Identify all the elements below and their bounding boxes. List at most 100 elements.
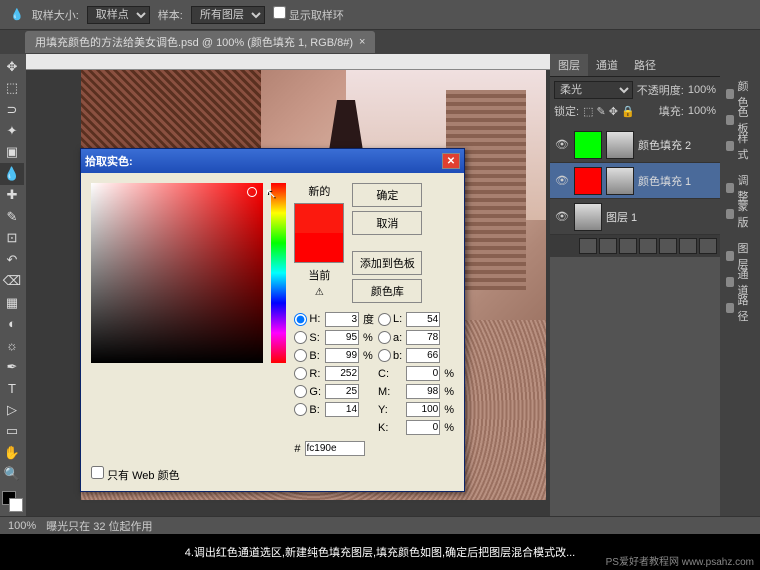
b-input[interactable] [406,348,440,363]
layer-mask-thumb[interactable] [606,167,634,195]
tool-crop[interactable]: ▣ [0,142,24,163]
tool-wand[interactable]: ✦ [0,120,24,141]
bv-radio[interactable]: B: [294,349,321,362]
r-radio[interactable]: R: [294,367,321,380]
panel-icon-color[interactable]: 颜色 [724,84,756,104]
web-only-checkbox[interactable]: 只有 Web 颜色 [91,466,180,483]
tool-stamp[interactable]: ⊡ [0,228,24,249]
b-radio[interactable]: b: [378,349,402,362]
bv-input[interactable] [325,348,359,363]
dialog-titlebar[interactable]: 拾取实色: ✕ [81,149,464,173]
tool-brush[interactable]: ✎ [0,206,24,227]
panel-icon-adjust[interactable]: 调整 [724,178,756,198]
current-color-swatch[interactable] [295,233,343,262]
gamut-warning-icon[interactable]: ⚠ [315,287,324,298]
tool-blur[interactable]: ◐ [0,313,24,334]
g-input[interactable] [325,384,359,399]
hex-input[interactable] [305,441,365,456]
a-radio[interactable]: a: [378,331,402,344]
panel-icon-channels[interactable]: 通道 [724,272,756,292]
blend-mode-select[interactable]: 柔光 [554,81,633,99]
link-layers-button[interactable] [579,238,597,254]
ok-button[interactable]: 确定 [352,183,422,207]
m-label: M: [378,386,402,398]
a-input[interactable] [406,330,440,345]
mask-button[interactable] [619,238,637,254]
add-swatch-button[interactable]: 添加到色板 [352,251,422,275]
panel-icon-layers[interactable]: 图层 [724,246,756,266]
c-input[interactable] [406,366,440,381]
l-input[interactable] [406,312,440,327]
lock-icons[interactable]: ⬚ ✎ ✥ 🔒 [583,105,635,118]
layer-name[interactable]: 颜色填充 2 [638,137,716,153]
fx-button[interactable] [599,238,617,254]
y-input[interactable] [406,402,440,417]
tool-move[interactable]: ✥ [0,56,24,77]
tab-channels[interactable]: 通道 [588,54,626,76]
k-input[interactable] [406,420,440,435]
visibility-icon[interactable]: 👁 [554,174,570,187]
layer-row[interactable]: 👁 颜色填充 1 [550,163,720,199]
panel-icon-styles[interactable]: 样式 [724,136,756,156]
tab-paths[interactable]: 路径 [626,54,664,76]
tool-dodge[interactable]: ☼ [0,335,24,356]
tool-zoom[interactable]: 🔍 [0,463,24,484]
opacity-value[interactable]: 100% [688,84,716,96]
tool-pen[interactable]: ✒ [0,356,24,377]
layer-thumb[interactable] [574,131,602,159]
saturation-value-picker[interactable] [91,183,263,363]
l-radio[interactable]: L: [378,313,402,326]
tool-lasso[interactable]: ⊃ [0,99,24,120]
m-input[interactable] [406,384,440,399]
layer-name[interactable]: 颜色填充 1 [638,173,716,189]
color-swatches[interactable] [0,489,26,516]
group-button[interactable] [659,238,677,254]
layer-thumb[interactable] [574,203,602,231]
close-tab-icon[interactable]: × [359,36,365,48]
delete-layer-button[interactable] [699,238,717,254]
tool-history[interactable]: ↶ [0,249,24,270]
tool-marquee[interactable]: ⬚ [0,77,24,98]
tool-hand[interactable]: ✋ [0,442,24,463]
adjustment-button[interactable] [639,238,657,254]
tool-heal[interactable]: ✚ [0,185,24,206]
tool-eyedropper[interactable]: 💧 [0,163,24,184]
tool-shape[interactable]: ▭ [0,420,24,441]
layer-thumb[interactable] [574,167,602,195]
layer-row[interactable]: 👁 颜色填充 2 [550,127,720,163]
tool-gradient[interactable]: ▦ [0,292,24,313]
r-input[interactable] [325,366,359,381]
cancel-button[interactable]: 取消 [352,211,422,235]
tab-layers[interactable]: 图层 [550,54,588,76]
background-swatch[interactable] [9,498,23,512]
document-tab[interactable]: 用填充颜色的方法给美女调色.psd @ 100% (颜色填充 1, RGB/8#… [25,31,375,53]
hue-slider[interactable] [271,183,286,363]
zoom-level[interactable]: 100% [8,520,36,532]
h-input[interactable] [325,312,359,327]
fill-value[interactable]: 100% [688,105,716,117]
s-input[interactable] [325,330,359,345]
layer-mask-thumb[interactable] [606,131,634,159]
panel-icon-swatches[interactable]: 色板 [724,110,756,130]
visibility-icon[interactable]: 👁 [554,210,570,223]
panel-icon-mask[interactable]: 蒙版 [724,204,756,224]
sample-size-select[interactable]: 取样点 [87,6,150,24]
g-radio[interactable]: G: [294,385,321,398]
new-layer-button[interactable] [679,238,697,254]
sample-select[interactable]: 所有图层 [191,6,265,24]
s-radio[interactable]: S: [294,331,321,344]
layer-name[interactable]: 图层 1 [606,209,716,225]
status-bar: 100% 曝光只在 32 位起作用 [0,516,760,534]
visibility-icon[interactable]: 👁 [554,138,570,151]
tool-type[interactable]: T [0,378,24,399]
tool-eraser[interactable]: ⌫ [0,270,24,291]
layer-row[interactable]: 👁 图层 1 [550,199,720,235]
color-library-button[interactable]: 颜色库 [352,279,422,303]
bb-input[interactable] [325,402,359,417]
bb-radio[interactable]: B: [294,403,321,416]
panel-icon-paths[interactable]: 路径 [724,298,756,318]
close-button[interactable]: ✕ [442,153,460,169]
tool-path[interactable]: ▷ [0,399,24,420]
show-ring-checkbox[interactable]: 显示取样环 [273,6,344,23]
h-radio[interactable]: H: [294,313,321,326]
